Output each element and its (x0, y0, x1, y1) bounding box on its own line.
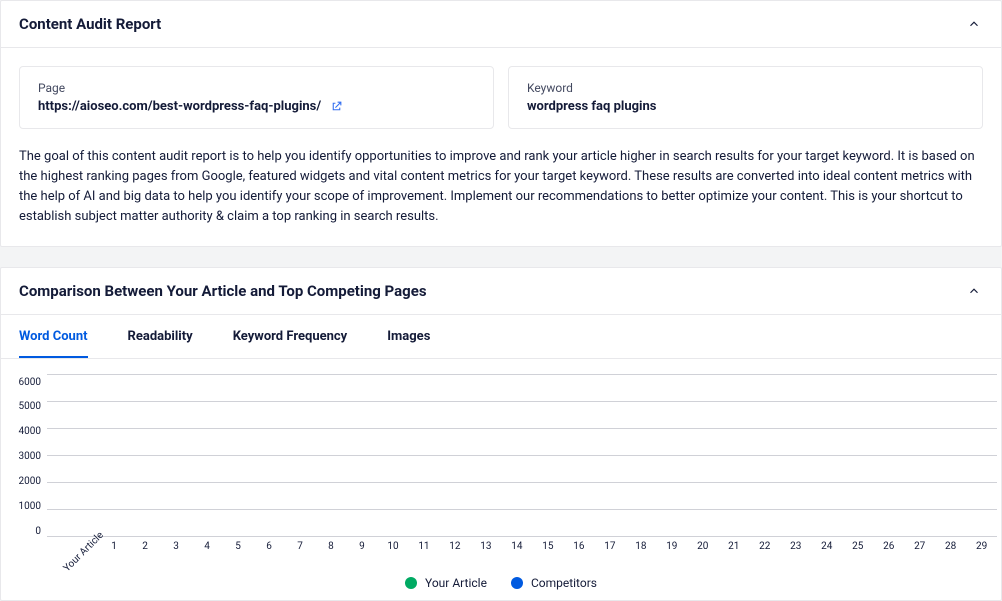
y-tick-label: 4000 (5, 426, 41, 437)
x-tick-label: 2 (130, 541, 161, 562)
x-tick-label: 14 (501, 541, 532, 562)
x-tick-label: 6 (254, 541, 285, 562)
y-tick-label: 2000 (5, 476, 41, 487)
chart-plot (47, 375, 997, 537)
content-audit-report-title: Content Audit Report (19, 15, 161, 33)
x-tick-label: 21 (718, 541, 749, 562)
y-tick-label: 5000 (5, 401, 41, 412)
keyword-label: Keyword (527, 81, 964, 95)
x-tick-label: 3 (161, 541, 192, 562)
page-info-card: Page https://aioseo.com/best-wordpress-f… (19, 66, 494, 129)
audit-info-row: Page https://aioseo.com/best-wordpress-f… (19, 66, 983, 129)
page-url-row: https://aioseo.com/best-wordpress-faq-pl… (38, 99, 475, 114)
x-tick-label: 7 (285, 541, 316, 562)
x-tick-label: 11 (408, 541, 439, 562)
chart-y-axis: 6000 5000 4000 3000 2000 1000 0 (5, 375, 47, 537)
comparison-header[interactable]: Comparison Between Your Article and Top … (1, 268, 1001, 315)
x-tick-label: 8 (316, 541, 347, 562)
x-tick-label: 28 (935, 541, 966, 562)
audit-description: The goal of this content audit report is… (19, 147, 983, 228)
x-tick-label: 17 (594, 541, 625, 562)
x-tick-label: 12 (439, 541, 470, 562)
legend-your-article-label: Your Article (425, 576, 487, 590)
x-tick-label: 25 (842, 541, 873, 562)
y-tick-label: 3000 (5, 451, 41, 462)
x-tick-label: 23 (780, 541, 811, 562)
keyword-value: wordpress faq plugins (527, 99, 964, 114)
x-tick-label: 19 (656, 541, 687, 562)
content-audit-report-body: Page https://aioseo.com/best-wordpress-f… (1, 48, 1001, 246)
comparison-panel: Comparison Between Your Article and Top … (0, 267, 1002, 601)
x-tick-label: 27 (904, 541, 935, 562)
x-tick-label: 10 (377, 541, 408, 562)
x-tick-label: 9 (346, 541, 377, 562)
comparison-tabs: Word Count Readability Keyword Frequency… (1, 315, 1001, 359)
x-tick-label: 15 (532, 541, 563, 562)
keyword-info-card: Keyword wordpress faq plugins (508, 66, 983, 129)
chevron-up-icon (965, 282, 983, 300)
x-tick-label: 22 (749, 541, 780, 562)
page-label: Page (38, 81, 475, 95)
x-tick-label: 20 (687, 541, 718, 562)
x-tick-label: 1 (99, 541, 130, 562)
dot-icon (511, 577, 523, 589)
word-count-chart: 6000500040003000200010000 Your Article12… (1, 359, 1001, 600)
x-tick-label: 24 (811, 541, 842, 562)
y-tick-label: 6000 (5, 377, 41, 388)
tab-images[interactable]: Images (387, 315, 430, 358)
dot-icon (405, 577, 417, 589)
legend-your-article: Your Article (405, 576, 487, 590)
tab-word-count[interactable]: Word Count (19, 315, 88, 358)
x-tick-label: 26 (873, 541, 904, 562)
y-tick-label: 1000 (5, 501, 41, 512)
legend-competitors: Competitors (511, 576, 597, 590)
chart-x-axis: Your Article1234567891011121314151617181… (5, 541, 997, 562)
chart-legend: Your Article Competitors (5, 576, 997, 590)
tab-readability[interactable]: Readability (128, 315, 193, 358)
comparison-title: Comparison Between Your Article and Top … (19, 282, 427, 300)
page-url-link[interactable]: https://aioseo.com/best-wordpress-faq-pl… (38, 99, 321, 114)
x-tick-label: 5 (223, 541, 254, 562)
y-tick-label: 0 (5, 526, 41, 537)
x-tick-label: 16 (563, 541, 594, 562)
x-tick-label: 13 (470, 541, 501, 562)
x-tick-label: 18 (625, 541, 656, 562)
legend-competitors-label: Competitors (531, 576, 597, 590)
content-audit-report-panel: Content Audit Report Page https://aioseo… (0, 0, 1002, 247)
chevron-up-icon (965, 15, 983, 33)
chart-plot-area: 6000 5000 4000 3000 2000 1000 0 (5, 375, 997, 537)
x-tick-label: 29 (966, 541, 997, 562)
external-link-icon[interactable] (330, 100, 343, 113)
content-audit-report-header[interactable]: Content Audit Report (1, 1, 1001, 48)
x-tick-label: 4 (192, 541, 223, 562)
tab-keyword-frequency[interactable]: Keyword Frequency (233, 315, 348, 358)
